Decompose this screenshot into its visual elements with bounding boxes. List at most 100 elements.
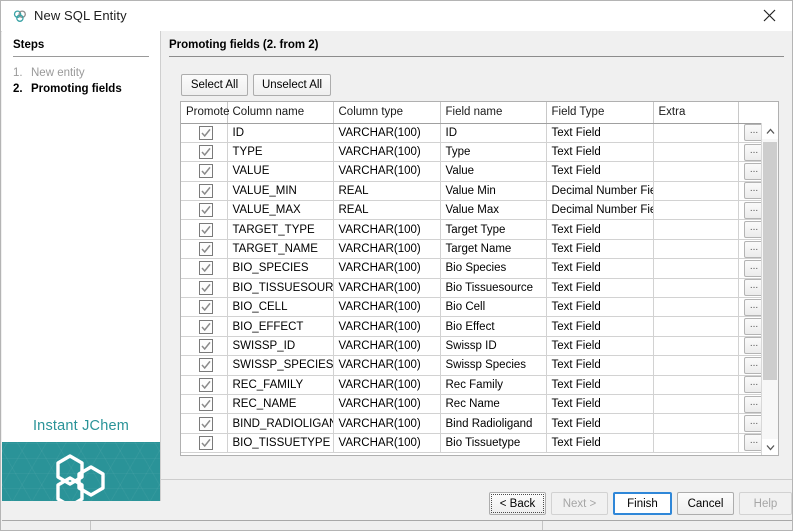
- table-row[interactable]: TARGET_TYPEVARCHAR(100)Target TypeText F…: [181, 220, 762, 239]
- column-header-column-name[interactable]: Column name: [227, 102, 333, 123]
- row-options-button[interactable]: ...: [744, 182, 763, 199]
- cell-field-type[interactable]: Text Field: [546, 394, 653, 413]
- cell-field-type[interactable]: Text Field: [546, 162, 653, 181]
- cell-extra[interactable]: [653, 181, 738, 200]
- cell-extra[interactable]: [653, 162, 738, 181]
- row-options-button[interactable]: ...: [744, 241, 763, 258]
- row-options-button[interactable]: ...: [744, 357, 763, 374]
- row-options-button[interactable]: ...: [744, 337, 763, 354]
- table-row[interactable]: VALUE_MAXREALValue MaxDecimal Number Fie…: [181, 201, 762, 220]
- cell-field-name[interactable]: Target Name: [440, 239, 546, 258]
- cell-extra[interactable]: [653, 123, 738, 142]
- table-row[interactable]: BIND_RADIOLIGANDVARCHAR(100)Bind Radioli…: [181, 414, 762, 433]
- cell-field-type[interactable]: Text Field: [546, 375, 653, 394]
- promote-checkbox[interactable]: [199, 300, 213, 314]
- cell-field-type[interactable]: Text Field: [546, 239, 653, 258]
- cell-field-type[interactable]: Text Field: [546, 123, 653, 142]
- row-options-button[interactable]: ...: [744, 434, 763, 451]
- row-options-button[interactable]: ...: [744, 299, 763, 316]
- table-row[interactable]: REC_NAMEVARCHAR(100)Rec NameText Field..…: [181, 394, 762, 413]
- promote-checkbox[interactable]: [199, 242, 213, 256]
- cell-field-type[interactable]: Text Field: [546, 259, 653, 278]
- cell-column-name[interactable]: VALUE_MAX: [227, 201, 333, 220]
- cell-field-name[interactable]: Type: [440, 142, 546, 161]
- cell-field-name[interactable]: ID: [440, 123, 546, 142]
- cell-column-type[interactable]: REAL: [333, 201, 440, 220]
- cell-column-name[interactable]: VALUE_MIN: [227, 181, 333, 200]
- row-options-button[interactable]: ...: [744, 124, 763, 141]
- column-header-column-type[interactable]: Column type: [333, 102, 440, 123]
- cell-extra[interactable]: [653, 239, 738, 258]
- row-options-button[interactable]: ...: [744, 144, 763, 161]
- cell-field-type[interactable]: Decimal Number Field: [546, 181, 653, 200]
- step-item-new-entity[interactable]: 1.New entity: [13, 67, 85, 82]
- table-row[interactable]: TYPEVARCHAR(100)TypeText Field...: [181, 142, 762, 161]
- cell-field-name[interactable]: Rec Family: [440, 375, 546, 394]
- scrollbar-thumb[interactable]: [763, 142, 777, 380]
- cell-extra[interactable]: [653, 142, 738, 161]
- cell-field-name[interactable]: Swissp Species: [440, 356, 546, 375]
- cell-extra[interactable]: [653, 356, 738, 375]
- cell-column-name[interactable]: REC_NAME: [227, 394, 333, 413]
- cell-column-type[interactable]: VARCHAR(100): [333, 414, 440, 433]
- row-options-button[interactable]: ...: [744, 376, 763, 393]
- promote-checkbox[interactable]: [199, 436, 213, 450]
- column-header-extra[interactable]: Extra: [653, 102, 738, 123]
- cell-field-name[interactable]: Bio Effect: [440, 317, 546, 336]
- promote-checkbox[interactable]: [199, 417, 213, 431]
- cell-field-name[interactable]: Bio Species: [440, 259, 546, 278]
- column-header-promote[interactable]: Promote: [181, 102, 227, 123]
- cell-column-name[interactable]: VALUE: [227, 162, 333, 181]
- cell-extra[interactable]: [653, 298, 738, 317]
- finish-button[interactable]: Finish: [613, 492, 672, 515]
- cell-column-name[interactable]: REC_FAMILY: [227, 375, 333, 394]
- cell-extra[interactable]: [653, 220, 738, 239]
- cell-column-name[interactable]: BIO_TISSUESOURCE: [227, 278, 333, 297]
- cell-column-name[interactable]: BIO_CELL: [227, 298, 333, 317]
- cell-field-name[interactable]: Rec Name: [440, 394, 546, 413]
- table-row[interactable]: REC_FAMILYVARCHAR(100)Rec FamilyText Fie…: [181, 375, 762, 394]
- cell-extra[interactable]: [653, 278, 738, 297]
- cell-field-name[interactable]: Bio Cell: [440, 298, 546, 317]
- cell-extra[interactable]: [653, 336, 738, 355]
- cell-field-type[interactable]: Text Field: [546, 356, 653, 375]
- promote-checkbox[interactable]: [199, 164, 213, 178]
- cell-extra[interactable]: [653, 433, 738, 452]
- row-options-button[interactable]: ...: [744, 163, 763, 180]
- cell-column-type[interactable]: VARCHAR(100): [333, 239, 440, 258]
- cell-column-type[interactable]: VARCHAR(100): [333, 220, 440, 239]
- cell-column-name[interactable]: BIO_SPECIES: [227, 259, 333, 278]
- row-options-button[interactable]: ...: [744, 415, 763, 432]
- cell-column-type[interactable]: VARCHAR(100): [333, 356, 440, 375]
- column-header-field-name[interactable]: Field name: [440, 102, 546, 123]
- promote-checkbox[interactable]: [199, 397, 213, 411]
- cell-column-type[interactable]: VARCHAR(100): [333, 433, 440, 452]
- cell-field-type[interactable]: Text Field: [546, 317, 653, 336]
- promote-checkbox[interactable]: [199, 378, 213, 392]
- column-header-field-type[interactable]: Field Type: [546, 102, 653, 123]
- table-row[interactable]: BIO_SPECIESVARCHAR(100)Bio SpeciesText F…: [181, 259, 762, 278]
- back-button[interactable]: < Back: [489, 492, 546, 515]
- cell-extra[interactable]: [653, 201, 738, 220]
- promote-checkbox[interactable]: [199, 339, 213, 353]
- promote-checkbox[interactable]: [199, 126, 213, 140]
- table-row[interactable]: BIO_TISSUETYPEVARCHAR(100)Bio Tissuetype…: [181, 433, 762, 452]
- promote-checkbox[interactable]: [199, 281, 213, 295]
- cell-column-name[interactable]: SWISSP_ID: [227, 336, 333, 355]
- scroll-up-icon[interactable]: [762, 123, 778, 139]
- table-row[interactable]: VALUE_MINREALValue MinDecimal Number Fie…: [181, 181, 762, 200]
- promote-checkbox[interactable]: [199, 358, 213, 372]
- step-item-promoting-fields[interactable]: 2.Promoting fields: [13, 83, 122, 98]
- table-row[interactable]: SWISSP_IDVARCHAR(100)Swissp IDText Field…: [181, 336, 762, 355]
- cell-column-name[interactable]: TARGET_NAME: [227, 239, 333, 258]
- cell-column-type[interactable]: VARCHAR(100): [333, 123, 440, 142]
- row-options-button[interactable]: ...: [744, 318, 763, 335]
- cell-column-name[interactable]: BIO_TISSUETYPE: [227, 433, 333, 452]
- table-vertical-scrollbar[interactable]: [761, 123, 778, 455]
- cell-column-type[interactable]: VARCHAR(100): [333, 317, 440, 336]
- cell-field-name[interactable]: Value Min: [440, 181, 546, 200]
- cell-field-type[interactable]: Text Field: [546, 298, 653, 317]
- cell-column-name[interactable]: TYPE: [227, 142, 333, 161]
- table-row[interactable]: BIO_EFFECTVARCHAR(100)Bio EffectText Fie…: [181, 317, 762, 336]
- cell-column-type[interactable]: VARCHAR(100): [333, 375, 440, 394]
